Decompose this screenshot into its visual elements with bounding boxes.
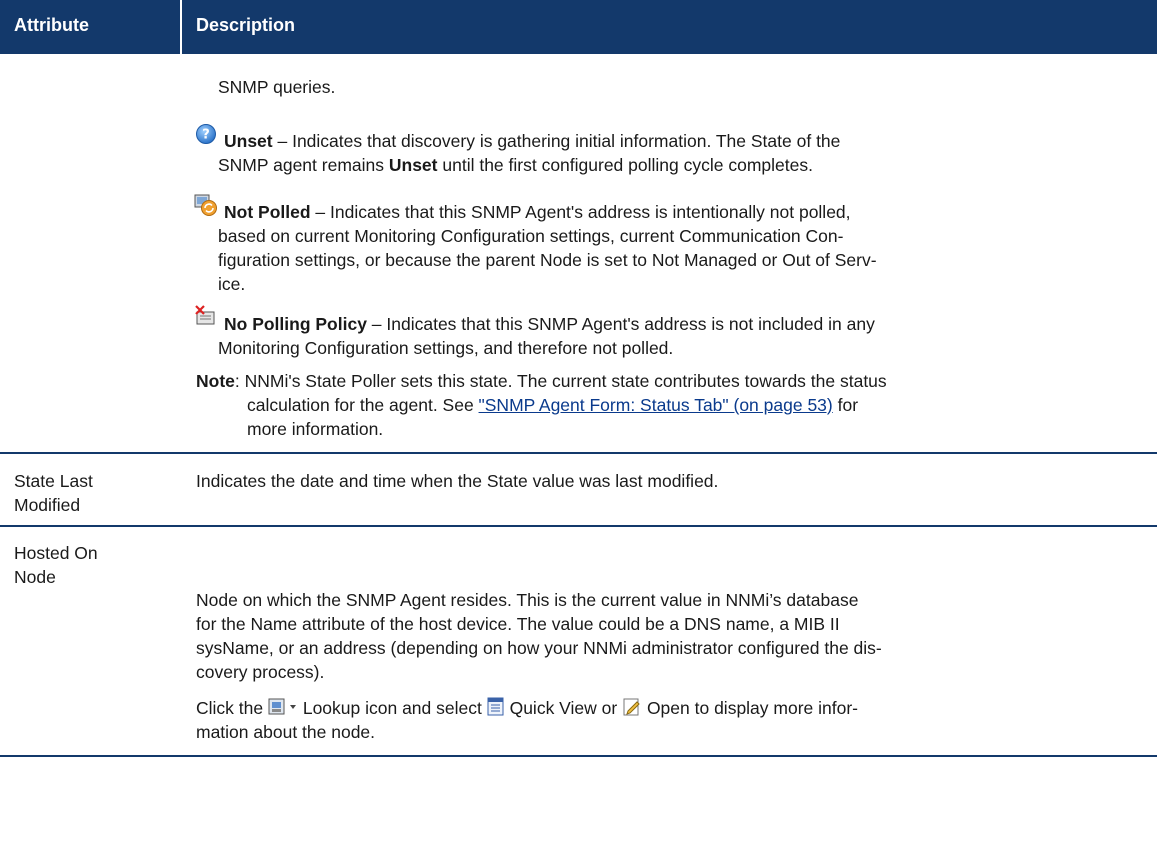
no-policy-line-2: Monitoring Configuration settings, and t… xyxy=(218,338,674,358)
row-divider xyxy=(0,755,1157,757)
no-policy-label: No Polling Policy xyxy=(224,314,367,334)
attr-state-last-1: State Last xyxy=(14,471,93,491)
header-attribute: Attribute xyxy=(14,15,89,35)
table-header: Attribute Description xyxy=(0,0,1157,54)
hosted-click-line-2: mation about the node. xyxy=(196,722,376,742)
not-polled-line-4: ice. xyxy=(218,274,246,294)
unset-status-icon: ? xyxy=(196,124,216,144)
note-line-2: calculation for the agent. See "SNMP Age… xyxy=(247,395,859,415)
note-line-1: Note: NNMi's State Poller sets this stat… xyxy=(196,371,887,391)
hosted-line-2: for the Name attribute of the host devic… xyxy=(196,614,840,634)
not-polled-line-1: Not Polled – Indicates that this SNMP Ag… xyxy=(224,202,851,222)
header-description: Description xyxy=(196,15,296,35)
desc-state-last: Indicates the date and time when the Sta… xyxy=(196,471,719,491)
no-polling-policy-icon xyxy=(195,305,215,325)
open-icon xyxy=(623,698,640,716)
not-polled-line-2: based on current Monitoring Configuratio… xyxy=(218,226,844,246)
row-divider xyxy=(0,525,1157,527)
hosted-line-1: Node on which the SNMP Agent resides. Th… xyxy=(196,590,859,610)
not-polled-line-3: figuration settings, or because the pare… xyxy=(218,250,877,270)
not-polled-label: Not Polled xyxy=(224,202,311,222)
note-label: Note xyxy=(196,371,235,391)
lookup-icon[interactable] xyxy=(268,697,298,717)
attr-state-last-2: Modified xyxy=(14,495,81,515)
quick-view-icon xyxy=(487,697,504,716)
attr-hosted-1: Hosted On xyxy=(14,543,98,563)
unset-label: Unset xyxy=(224,131,273,151)
unset-line-2: SNMP agent remains Unset until the first… xyxy=(218,155,813,175)
unset-line-1: Unset – Indicates that discovery is gath… xyxy=(224,131,841,151)
row-divider xyxy=(0,452,1157,454)
svg-text:?: ? xyxy=(202,128,210,143)
note-line-3: more information. xyxy=(247,419,384,439)
not-polled-icon xyxy=(194,194,217,216)
state-continuation: SNMP queries. xyxy=(218,77,336,97)
header-divider xyxy=(180,0,182,54)
no-policy-line-1: No Polling Policy – Indicates that this … xyxy=(224,314,875,334)
hosted-line-4: covery process). xyxy=(196,662,325,682)
hosted-line-3: sysName, or an address (depending on how… xyxy=(196,638,882,658)
status-tab-link[interactable]: "SNMP Agent Form: Status Tab" (on page 5… xyxy=(479,395,833,415)
hosted-click-line: Click the Lookup icon and select Quick V… xyxy=(196,697,859,718)
attr-hosted-2: Node xyxy=(14,567,56,587)
